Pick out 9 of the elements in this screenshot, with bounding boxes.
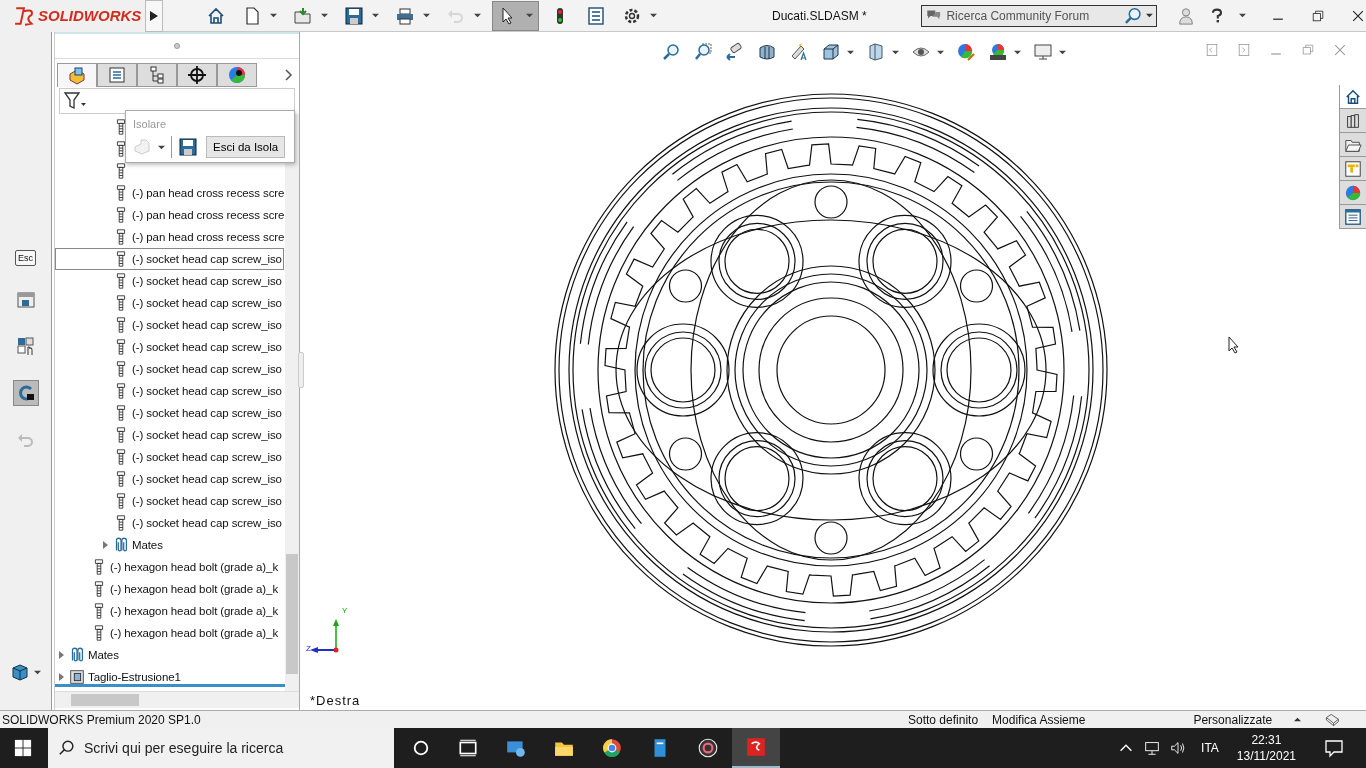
status-text: Modifica Assieme [992,712,1086,727]
axis-label: Y [342,606,348,615]
window-title: Ducati.SLDASM * [772,8,868,23]
status-text: SOLIDWORKS Premium 2020 SP1.0 [2,712,202,727]
logo-text: SOLIDWORKS [38,7,142,24]
popup-title: Isolare [132,117,168,132]
axis-label: Z [306,644,311,653]
view-name-label: *Destra [310,693,361,708]
status-text: Sotto definito [908,712,979,727]
